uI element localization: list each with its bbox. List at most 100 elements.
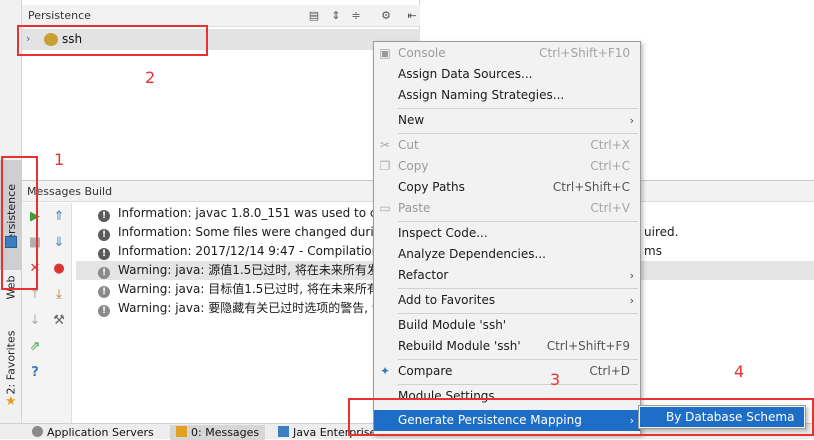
wrench-icon[interactable]: ⚒ <box>51 313 67 329</box>
info-icon: ! <box>98 210 110 222</box>
external-link-icon[interactable]: ⇗ <box>27 339 43 355</box>
gear-icon[interactable]: ⚙ <box>378 8 394 24</box>
menu-item-shortcut: Ctrl+X <box>590 138 630 152</box>
menu-item-label: Build Module 'ssh' <box>398 318 507 332</box>
menu-item-label: Console <box>398 46 446 60</box>
menu-item-assign-data-sources[interactable]: Assign Data Sources... <box>374 64 640 85</box>
menu-item-shortcut: Ctrl+Shift+C <box>552 180 630 194</box>
menu-item-copy-paths[interactable]: Copy Paths Ctrl+Shift+C <box>374 177 640 198</box>
info-icon: ! <box>98 248 110 260</box>
message-text-suffix: ms <box>644 244 662 258</box>
menu-item-shortcut: Ctrl+Shift+F9 <box>546 339 630 353</box>
annotation-number-4: 4 <box>734 362 745 381</box>
copy-icon: ❐ <box>379 159 391 173</box>
submenu-arrow-icon: › <box>629 269 634 282</box>
message-text: Information: javac 1.8.0_151 was used to… <box>118 206 384 220</box>
menu-item-console[interactable]: ▣ Console Ctrl+Shift+F10 <box>374 43 640 64</box>
menu-item-label: Refactor <box>398 268 449 282</box>
menu-separator <box>398 221 638 222</box>
message-text: Information: Some files were changed dur… <box>118 225 382 239</box>
menu-item-rebuild-module[interactable]: Rebuild Module 'ssh' Ctrl+Shift+F9 <box>374 336 640 357</box>
star-icon: ★ <box>5 394 17 409</box>
tab-label: Application Servers <box>47 426 154 439</box>
tab-label: 0: Messages <box>191 426 260 439</box>
annotation-number-3: 3 <box>550 370 561 389</box>
menu-item-label: Cut <box>398 138 419 152</box>
menu-separator <box>398 359 638 360</box>
menu-item-label: Add to Favorites <box>398 293 496 307</box>
menu-item-shortcut: Ctrl+D <box>589 364 630 378</box>
collapse-all-icon[interactable]: ≑ <box>348 8 364 24</box>
menu-item-label: Copy <box>398 159 429 173</box>
paste-icon: ▭ <box>379 201 391 215</box>
console-icon: ▣ <box>379 46 391 60</box>
export-icon[interactable]: ⤓ <box>51 287 67 303</box>
annotation-box-2 <box>17 25 208 56</box>
menu-separator <box>398 288 638 289</box>
hide-icon[interactable]: ⇤ <box>404 8 420 24</box>
expand-icon[interactable]: ⇑ <box>51 209 67 225</box>
menu-item-label: New <box>398 113 425 127</box>
tool-tab-favorites[interactable]: 2: Favorites <box>0 322 22 402</box>
tab-messages[interactable]: 0: Messages <box>170 425 266 440</box>
menu-item-inspect-code[interactable]: Inspect Code... <box>374 223 640 244</box>
menu-item-label: Analyze Dependencies... <box>398 247 546 261</box>
annotation-number-1: 1 <box>54 150 65 169</box>
help-icon[interactable]: ? <box>27 365 43 381</box>
menu-item-analyze-dependencies[interactable]: Analyze Dependencies... <box>374 244 640 265</box>
menu-item-label: Rebuild Module 'ssh' <box>398 339 521 353</box>
info-icon: ! <box>98 229 110 241</box>
context-menu: ▣ Console Ctrl+Shift+F10 Assign Data Sou… <box>373 41 641 435</box>
tab-application-servers[interactable]: Application Servers <box>32 425 154 440</box>
menu-item-label: Paste <box>398 201 431 215</box>
message-text: Warning: java: 源值1.5已过时, 将在未来所有发 <box>118 263 379 277</box>
menu-item-add-to-favorites[interactable]: Add to Favorites › <box>374 290 640 311</box>
menu-item-shortcut: Ctrl+Shift+F10 <box>539 46 630 60</box>
er-diagram-icon[interactable]: ▤ <box>306 8 322 24</box>
menu-item-label: Assign Data Sources... <box>398 67 533 81</box>
messages-icon <box>176 426 187 437</box>
message-text-suffix: uired. <box>644 225 679 239</box>
compare-icon: ✦ <box>379 364 391 378</box>
message-text: Warning: java: 目标值1.5已过时, 将在未来所有 <box>118 282 379 296</box>
menu-item-new[interactable]: New › <box>374 110 640 131</box>
menu-separator <box>398 133 638 134</box>
menu-separator <box>398 313 638 314</box>
down-arrow-icon[interactable]: ↓ <box>27 313 43 329</box>
messages-title: Messages Build <box>27 185 113 198</box>
server-icon <box>32 426 43 437</box>
menu-item-compare[interactable]: ✦ Compare Ctrl+D <box>374 361 640 382</box>
annotation-number-2: 2 <box>145 68 156 87</box>
menu-item-build-module[interactable]: Build Module 'ssh' <box>374 315 640 336</box>
tool-tab-favorites-label: 2: Favorites <box>4 330 18 394</box>
menu-item-label: Assign Naming Strategies... <box>398 88 565 102</box>
cut-icon: ✂ <box>379 138 391 152</box>
menu-item-cut[interactable]: ✂ Cut Ctrl+X <box>374 135 640 156</box>
annotation-box-3 <box>348 398 814 436</box>
menu-item-paste[interactable]: ▭ Paste Ctrl+V <box>374 198 640 219</box>
menu-item-refactor[interactable]: Refactor › <box>374 265 640 286</box>
error-filter-icon[interactable]: ● <box>51 261 67 277</box>
collapse-icon[interactable]: ⇓ <box>51 235 67 251</box>
message-text: Information: 2017/12/14 9:47 - Compilati… <box>118 244 380 258</box>
expand-all-icon[interactable]: ⇕ <box>328 8 344 24</box>
menu-separator <box>398 384 638 385</box>
warning-icon: ! <box>98 267 110 279</box>
submenu-arrow-icon: › <box>629 114 634 127</box>
menu-item-label: Copy Paths <box>398 180 465 194</box>
menu-item-label: Compare <box>398 364 453 378</box>
menu-item-assign-naming-strategies[interactable]: Assign Naming Strategies... <box>374 85 640 106</box>
persistence-header: Persistence ▤ ⇕ ≑ ⚙ ⇤ <box>22 5 420 27</box>
submenu-arrow-icon: › <box>629 294 634 307</box>
menu-item-shortcut: Ctrl+C <box>590 159 630 173</box>
menu-item-shortcut: Ctrl+V <box>590 201 630 215</box>
menu-item-label: Inspect Code... <box>398 226 488 240</box>
annotation-box-1 <box>1 156 38 290</box>
message-text: Warning: java: 要隐藏有关已过时选项的警告, 请 <box>118 301 384 315</box>
menu-item-copy[interactable]: ❐ Copy Ctrl+C <box>374 156 640 177</box>
warning-icon: ! <box>98 286 110 298</box>
warning-icon: ! <box>98 305 110 317</box>
persistence-title: Persistence <box>28 9 91 22</box>
menu-separator <box>398 108 638 109</box>
java-enterprise-icon <box>278 426 289 437</box>
